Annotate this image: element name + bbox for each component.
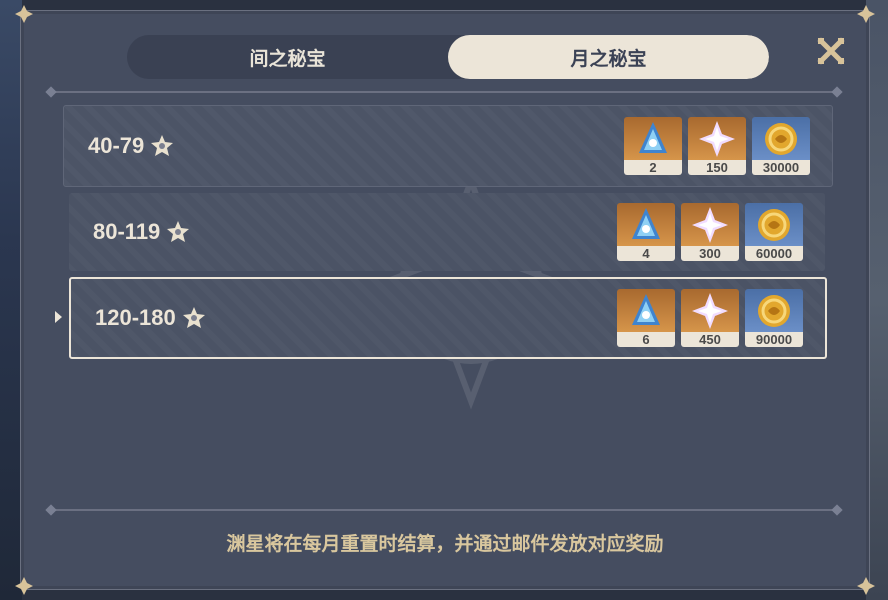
abyssal-star-icon: [150, 134, 174, 158]
top-divider: [45, 86, 843, 98]
reward-count: 2: [624, 160, 682, 175]
corner-ornament-icon: [857, 577, 875, 595]
settlement-notice: 渊星将在每月重置时结算，并通过邮件发放对应奖励: [226, 534, 664, 555]
reward-item[interactable]: 6: [617, 289, 675, 347]
tab-bar: 间之秘宝 月之秘宝: [127, 35, 769, 79]
corner-ornament-icon: [15, 5, 33, 23]
reward-count: 60000: [745, 246, 803, 261]
background-left: [0, 0, 22, 600]
corner-ornament-icon: [15, 577, 33, 595]
tab-moon-treasure[interactable]: 月之秘宝: [448, 35, 769, 79]
mora-icon: [745, 203, 803, 246]
reward-item[interactable]: 90000: [745, 289, 803, 347]
tier-row[interactable]: 80-119 4 300 60000: [69, 193, 825, 271]
intertwined-fate-icon: [617, 203, 675, 246]
selection-indicator-icon: [55, 311, 62, 323]
primogem-icon: [681, 289, 739, 332]
corner-ornament-icon: [857, 5, 875, 23]
reward-item[interactable]: 150: [688, 117, 746, 175]
reward-count: 30000: [752, 160, 810, 175]
reward-count: 450: [681, 332, 739, 347]
tier-range-label: 40-79: [88, 133, 145, 158]
reward-item[interactable]: 4: [617, 203, 675, 261]
intertwined-fate-icon: [624, 117, 682, 160]
tier-range-label: 120-180: [95, 305, 176, 330]
reward-item[interactable]: 30000: [752, 117, 810, 175]
reward-item[interactable]: 60000: [745, 203, 803, 261]
rewards-panel: 间之秘宝 月之秘宝 40-79 2 150 30000 80-119 4 300…: [15, 5, 875, 595]
reward-item[interactable]: 300: [681, 203, 739, 261]
reward-item[interactable]: 450: [681, 289, 739, 347]
primogem-icon: [681, 203, 739, 246]
tier-row[interactable]: 40-79 2 150 30000: [63, 105, 833, 187]
tab-spiral-treasure[interactable]: 间之秘宝: [127, 35, 448, 79]
mora-icon: [752, 117, 810, 160]
reward-count: 150: [688, 160, 746, 175]
close-icon[interactable]: [815, 35, 847, 67]
reward-item[interactable]: 2: [624, 117, 682, 175]
abyssal-star-icon: [182, 306, 206, 330]
mora-icon: [745, 289, 803, 332]
primogem-icon: [688, 117, 746, 160]
reward-count: 300: [681, 246, 739, 261]
tier-row-selected[interactable]: 120-180 6 450 90000: [69, 277, 827, 359]
bottom-divider: [45, 504, 843, 516]
intertwined-fate-icon: [617, 289, 675, 332]
reward-count: 90000: [745, 332, 803, 347]
reward-count: 6: [617, 332, 675, 347]
reward-count: 4: [617, 246, 675, 261]
tier-range-label: 80-119: [93, 219, 161, 244]
abyssal-star-icon: [166, 220, 190, 244]
